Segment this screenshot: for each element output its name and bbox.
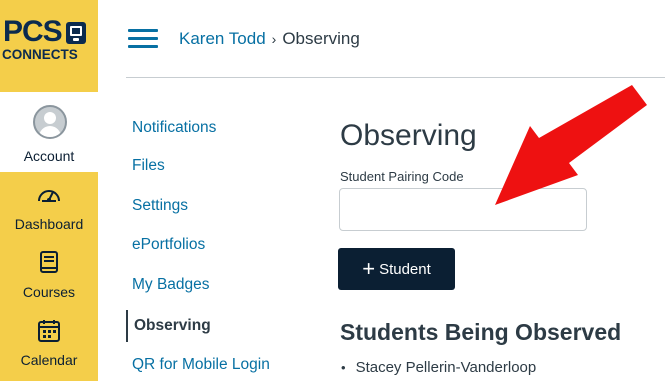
- phone-icon: [66, 22, 86, 44]
- subnav-item-notifications[interactable]: Notifications: [126, 112, 296, 144]
- breadcrumb-separator: ›: [271, 31, 277, 47]
- hamburger-icon[interactable]: [128, 27, 158, 51]
- pcs-connects-logo[interactable]: PCS CONNECTS: [0, 0, 98, 92]
- page-title: Observing: [340, 119, 477, 152]
- add-student-button[interactable]: + Student: [338, 248, 455, 290]
- observed-students-list: Stacey Pellerin-Vanderloop: [341, 359, 537, 376]
- subnav-item-files[interactable]: Files: [126, 150, 296, 182]
- global-nav-dashboard-label: Dashboard: [14, 216, 84, 232]
- subnav-item-qr-mobile-login[interactable]: QR for Mobile Login: [126, 349, 296, 381]
- breadcrumb: Karen Todd › Observing: [179, 28, 360, 50]
- logo-text-connects: CONNECTS: [2, 47, 78, 62]
- global-nav-calendar-label: Calendar: [20, 352, 78, 368]
- plus-icon: +: [362, 256, 376, 281]
- book-icon: [40, 251, 58, 273]
- list-item: Stacey Pellerin-Vanderloop: [341, 359, 537, 376]
- arrow-shape: [495, 85, 647, 205]
- student-pairing-code-label: Student Pairing Code: [340, 169, 464, 184]
- students-observed-heading: Students Being Observed: [340, 319, 622, 345]
- global-nav-courses[interactable]: Courses: [0, 240, 98, 308]
- global-nav-courses-label: Courses: [22, 284, 76, 300]
- subnav-item-my-badges[interactable]: My Badges: [126, 269, 296, 301]
- global-nav-dashboard[interactable]: Dashboard: [0, 172, 98, 240]
- subnav-item-observing[interactable]: Observing: [126, 310, 296, 342]
- global-nav: PCS CONNECTS Account Dashboard Courses C…: [0, 0, 98, 381]
- add-student-button-label: Student: [379, 260, 431, 278]
- student-pairing-code-input[interactable]: [339, 188, 587, 231]
- breadcrumb-user-link[interactable]: Karen Todd: [179, 29, 266, 48]
- calendar-icon: [38, 320, 60, 342]
- subnav-item-settings[interactable]: Settings: [126, 190, 296, 222]
- speedometer-icon: [38, 190, 60, 202]
- breadcrumb-current: Observing: [282, 29, 360, 48]
- user-avatar-icon: [33, 105, 67, 139]
- global-nav-account[interactable]: Account: [0, 92, 98, 172]
- header-divider: [126, 77, 665, 78]
- logo-text-pcs: PCS: [3, 15, 63, 48]
- global-nav-calendar[interactable]: Calendar: [0, 308, 98, 381]
- global-nav-account-label: Account: [23, 148, 75, 164]
- subnav-item-eportfolios[interactable]: ePortfolios: [126, 229, 296, 261]
